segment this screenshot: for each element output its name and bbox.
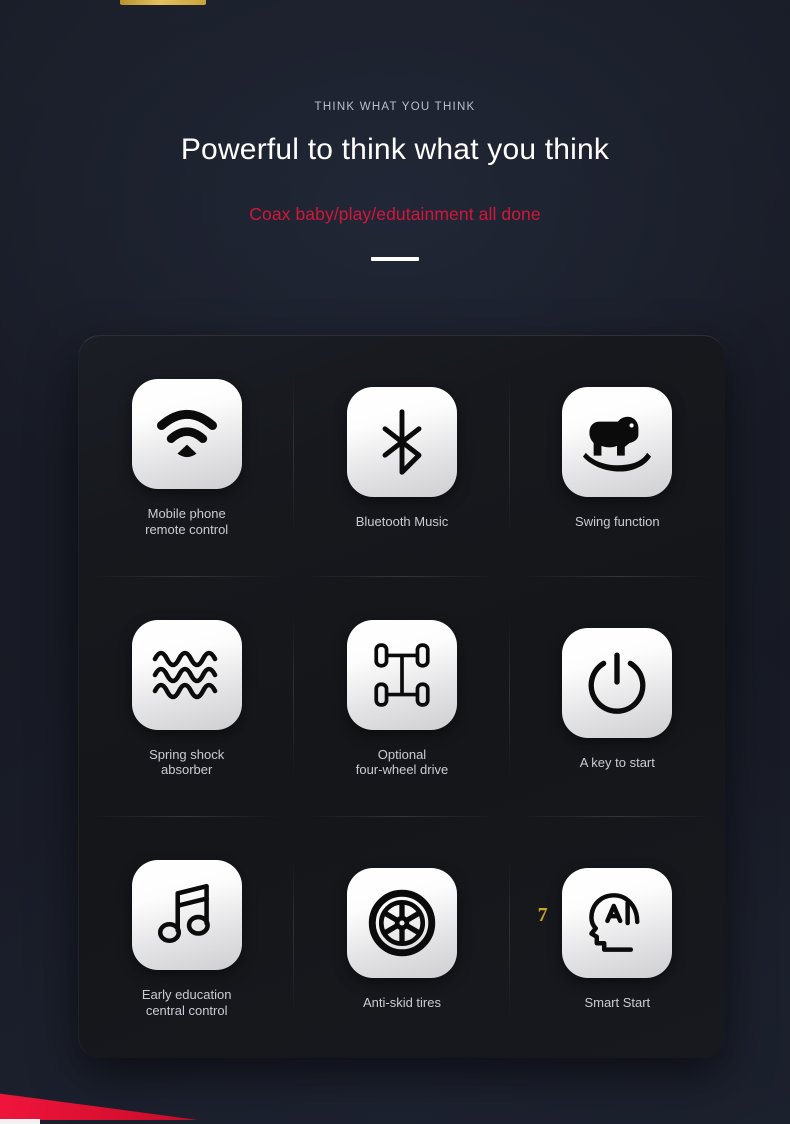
feature-label: Anti-skid tires — [362, 995, 441, 1011]
bluetooth-icon — [382, 409, 422, 475]
title-divider — [371, 257, 419, 261]
bottom-red-wedge — [0, 1093, 198, 1120]
feature-label: Optional four-wheel drive — [355, 746, 449, 778]
four-wheel-drive-tile — [346, 619, 457, 730]
feature-label: Spring shock absorber — [149, 746, 225, 778]
bluetooth-tile — [346, 386, 457, 497]
music-note-icon — [157, 884, 210, 944]
page-title: Powerful to think what you think — [180, 133, 610, 166]
header: THINK WHAT YOU THINK Powerful to think w… — [0, 0, 790, 261]
feature-cell-music[interactable]: Early education central control — [79, 817, 295, 1058]
spring-wave-tile — [131, 619, 242, 730]
feature-cell-fourwheel[interactable]: Optional four-wheel drive — [294, 577, 510, 818]
feature-cell-wifi[interactable]: Mobile phone remote control — [79, 336, 295, 577]
tire-wheel-icon — [368, 889, 436, 957]
power-button-tile — [562, 627, 673, 738]
ai-head-tile — [562, 868, 673, 979]
feature-cell-smart-start[interactable]: 7 Smart Start — [510, 817, 725, 1058]
feature-grid: Mobile phone remote control Bluetooth Mu… — [79, 336, 725, 1058]
music-note-tile — [131, 860, 242, 971]
feature-cell-tires[interactable]: Anti-skid tires — [294, 817, 510, 1058]
bottom-white-strip — [0, 1119, 40, 1124]
feature-label: Swing function — [575, 513, 660, 529]
wifi-icon — [156, 409, 217, 457]
feature-card: Mobile phone remote control Bluetooth Mu… — [78, 335, 725, 1058]
tire-wheel-tile — [346, 868, 457, 979]
feature-label: A key to start — [579, 754, 655, 770]
feature-cell-spring[interactable]: Spring shock absorber — [79, 577, 295, 818]
power-button-icon — [588, 651, 646, 714]
wifi-tile — [131, 378, 242, 489]
feature-label: Bluetooth Music — [355, 513, 449, 529]
eyebrow-text: THINK WHAT YOU THINK — [314, 101, 476, 113]
feature-index-badge: 7 — [537, 903, 548, 926]
rocking-horse-icon — [583, 416, 652, 472]
spring-wave-icon — [152, 650, 217, 699]
ai-head-icon — [589, 893, 640, 953]
subtitle-text: Coax baby/play/edutainment all done — [249, 204, 541, 224]
feature-label: Early education central control — [141, 987, 232, 1019]
four-wheel-drive-icon — [374, 642, 430, 707]
feature-label: Smart Start — [584, 995, 651, 1011]
rocking-horse-tile — [562, 386, 673, 497]
feature-label: Mobile phone remote control — [145, 505, 229, 537]
feature-cell-swing[interactable]: Swing function — [510, 336, 725, 577]
feature-cell-bluetooth[interactable]: Bluetooth Music — [294, 336, 510, 577]
feature-cell-power[interactable]: A key to start — [510, 577, 725, 818]
